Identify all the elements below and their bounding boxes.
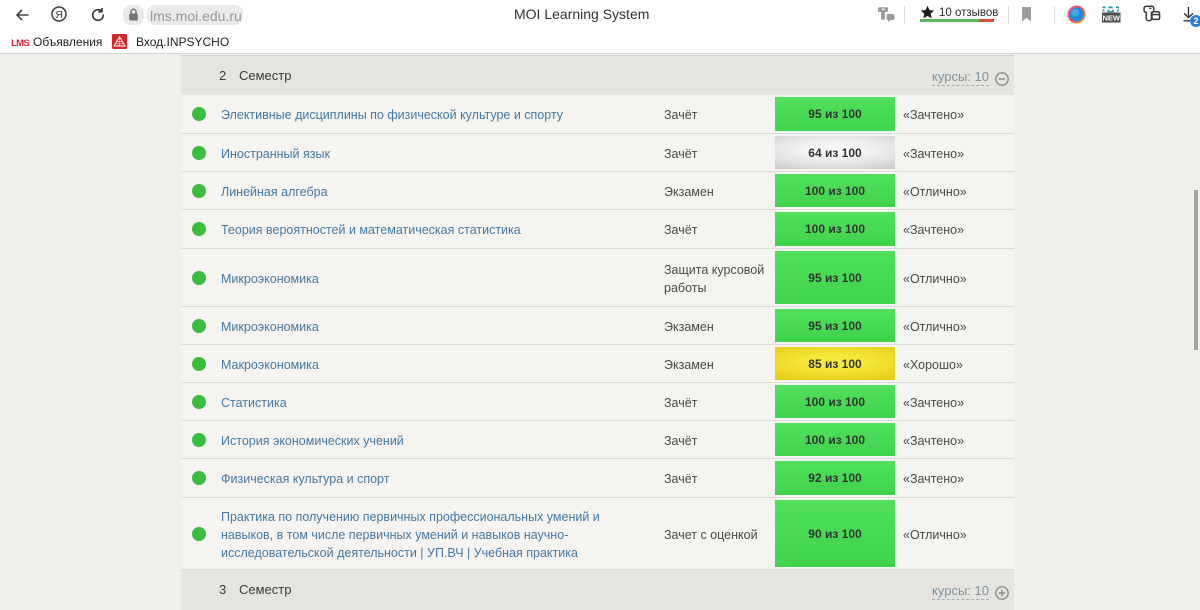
svg-text:Я: Я	[55, 9, 63, 21]
svg-text:NEW: NEW	[1102, 13, 1120, 22]
